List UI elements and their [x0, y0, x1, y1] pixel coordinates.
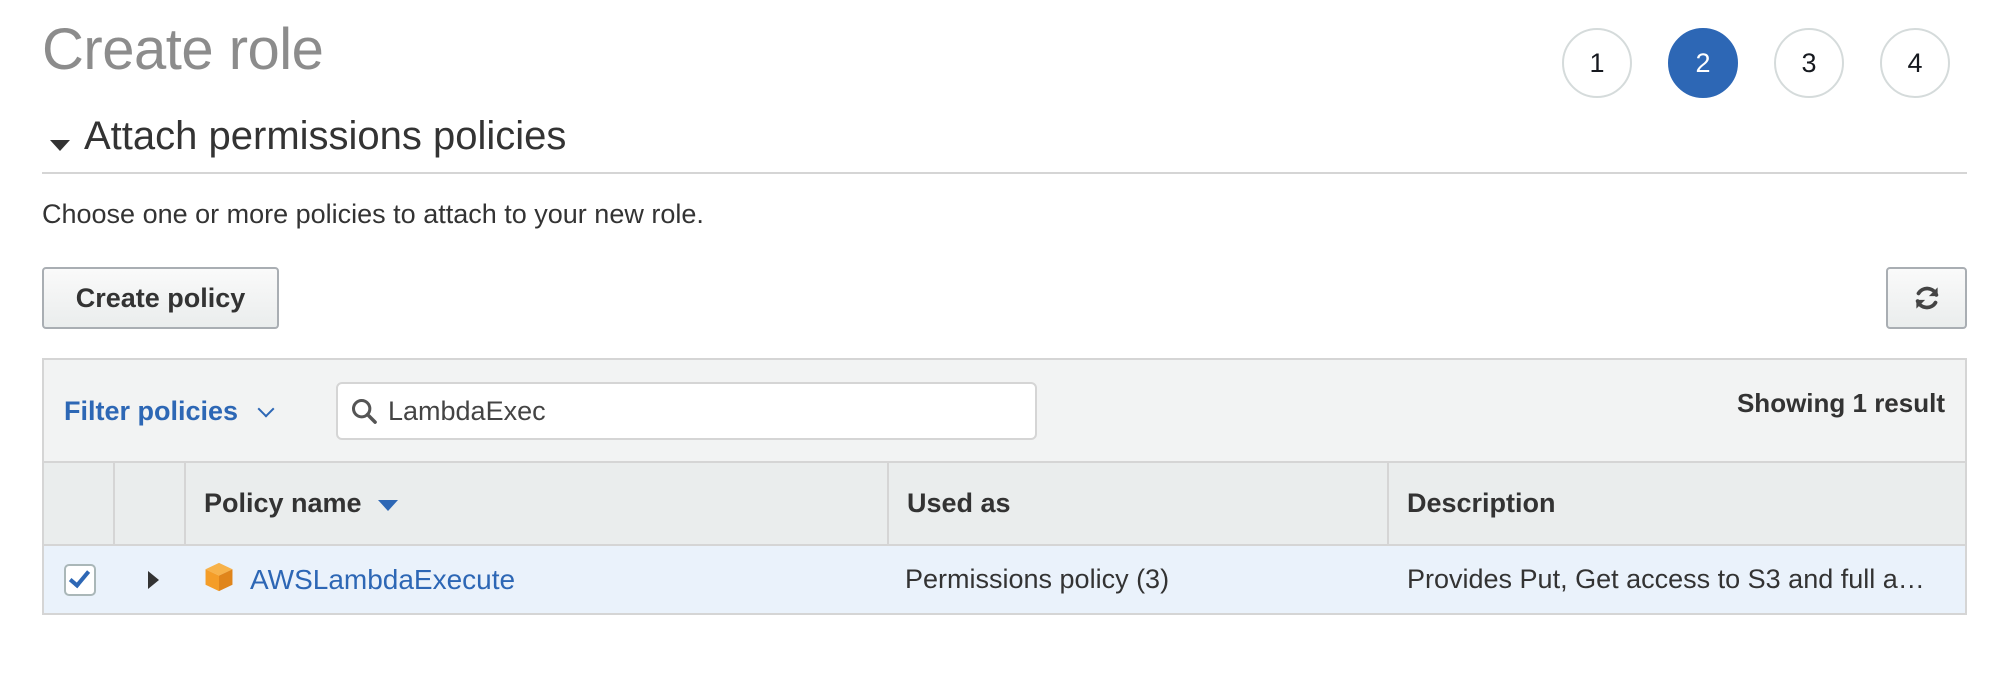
policy-name-link[interactable]: AWSLambdaExecute: [250, 564, 515, 596]
policy-name-cell: AWSLambdaExecute: [186, 546, 889, 613]
search-icon: [351, 398, 377, 424]
caret-down-icon[interactable]: [50, 140, 70, 151]
filter-policies-dropdown[interactable]: Filter policies: [64, 396, 275, 427]
policies-table: Filter policies Showing 1 result Policy …: [42, 358, 1967, 615]
step-1[interactable]: 1: [1562, 28, 1632, 98]
aws-managed-policy-icon: [205, 562, 233, 591]
header-select-cell: [44, 463, 115, 544]
step-2[interactable]: 2: [1668, 28, 1738, 98]
step-3[interactable]: 3: [1774, 28, 1844, 98]
step-4[interactable]: 4: [1880, 28, 1950, 98]
column-header-label: Policy name: [204, 488, 362, 518]
row-checkbox[interactable]: [63, 563, 96, 596]
wizard-steps: 1 2 3 4: [1562, 28, 1950, 98]
row-expand-cell: [115, 546, 186, 613]
sort-descending-icon[interactable]: [377, 500, 398, 511]
filter-policies-label: Filter policies: [64, 396, 239, 426]
header-expand-cell: [115, 463, 186, 544]
used-as-cell: Permissions policy (3): [905, 564, 1170, 594]
description-cell: Provides Put, Get access to S3 and full …: [1389, 546, 1965, 613]
search-box[interactable]: [336, 382, 1037, 440]
table-header-row: Policy name Used as Description: [44, 463, 1965, 546]
row-select-cell: [44, 546, 115, 613]
refresh-button[interactable]: [1886, 267, 1967, 329]
result-count: Showing 1 result: [1736, 388, 1945, 418]
search-input[interactable]: [388, 395, 988, 427]
section-header[interactable]: Attach permissions policies: [42, 114, 1967, 174]
column-header-label: Description: [1407, 488, 1556, 518]
chevron-down-icon: [257, 400, 275, 417]
section-title: Attach permissions policies: [84, 114, 567, 158]
column-header-description[interactable]: Description: [1389, 463, 1965, 544]
table-row[interactable]: AWSLambdaExecute Permissions policy (3) …: [44, 546, 1965, 613]
create-policy-button[interactable]: Create policy: [42, 267, 279, 329]
checkmark-icon: [68, 565, 91, 589]
table-toolbar: Filter policies Showing 1 result: [44, 360, 1965, 463]
column-header-policy-name[interactable]: Policy name: [186, 463, 889, 544]
column-header-label: Used as: [907, 488, 1011, 518]
description-text: Provides Put, Get access to S3 and full …: [1407, 564, 1925, 594]
refresh-icon: [1915, 286, 1938, 310]
page-title: Create role: [42, 17, 324, 82]
column-header-used-as[interactable]: Used as: [889, 463, 1389, 544]
section-description: Choose one or more policies to attach to…: [42, 199, 704, 229]
caret-right-icon[interactable]: [148, 570, 159, 589]
